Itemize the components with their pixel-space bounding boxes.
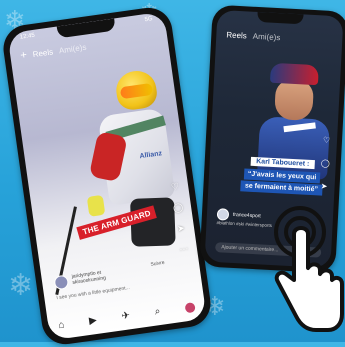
share-icon[interactable]: ➤ <box>177 223 186 235</box>
quote-speaker: Karl Taboueret : <box>250 156 315 170</box>
share-icon[interactable]: ➤ <box>321 182 328 191</box>
reels-header: Reels Ami(e)s <box>226 30 334 45</box>
more-icon[interactable]: ⋯ <box>179 243 189 255</box>
avatar[interactable] <box>53 274 70 291</box>
home-icon[interactable]: ⌂ <box>58 319 66 331</box>
left-phone-screen: 12:45 5G + Reels Ami(e)s Allianz THE ARM… <box>7 11 207 341</box>
phone-notch <box>257 11 304 25</box>
plus-icon[interactable]: + <box>20 49 28 62</box>
heart-icon[interactable]: ♡ <box>170 181 180 193</box>
status-time: 12:45 <box>19 32 36 41</box>
hand-tap-icon <box>274 206 344 332</box>
tab-amis[interactable]: Ami(e)s <box>58 42 87 55</box>
comment-icon[interactable]: ◯ <box>172 202 184 214</box>
heart-icon[interactable]: ♡ <box>323 136 331 145</box>
send-icon[interactable]: ✈ <box>121 310 131 322</box>
tab-reels[interactable]: Reels <box>32 47 54 59</box>
search-icon[interactable]: ⌕ <box>154 306 161 318</box>
username: france4sport <box>232 211 261 220</box>
tab-amis[interactable]: Ami(e)s <box>253 32 281 42</box>
skier-glove <box>86 194 106 217</box>
status-network: 5G <box>144 16 154 24</box>
bottom-nav: ⌂ ▶ ✈ ⌕ <box>58 301 196 331</box>
profile-avatar[interactable] <box>184 301 196 313</box>
snowflake-icon: ❄ <box>8 268 34 303</box>
avatar[interactable] <box>216 208 230 221</box>
athlete-helmet <box>269 62 319 86</box>
comment-icon[interactable]: ◯ <box>321 158 330 167</box>
reels-icon[interactable]: ▶ <box>88 315 97 327</box>
tab-reels[interactable]: Reels <box>226 30 247 40</box>
athlete-face <box>274 79 315 121</box>
